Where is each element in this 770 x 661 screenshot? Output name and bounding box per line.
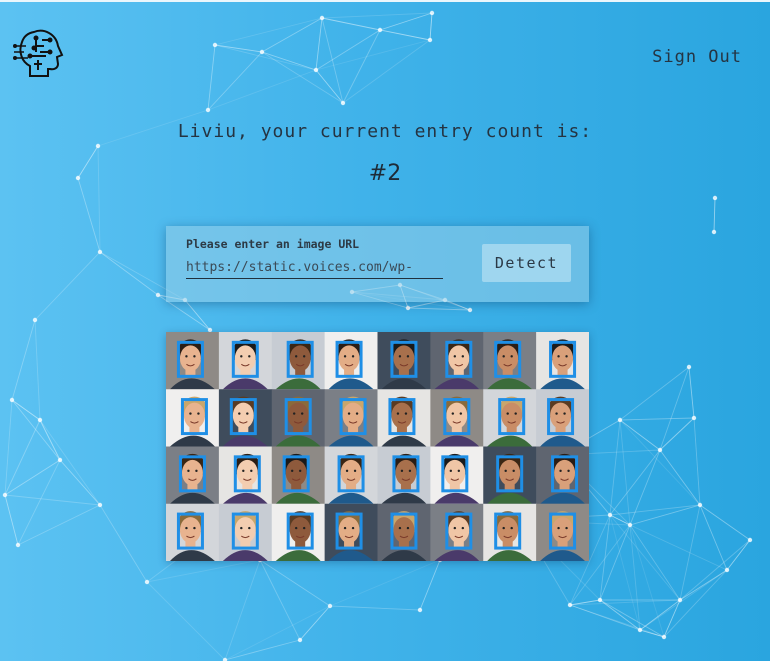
image-url-form: Please enter an image URL Detect <box>166 226 589 302</box>
image-url-label: Please enter an image URL <box>186 237 360 251</box>
face-detection-image <box>166 332 589 561</box>
brain-circuit-head-icon[interactable] <box>12 26 64 78</box>
image-url-input[interactable] <box>186 256 443 279</box>
entry-count-value: #2 <box>368 161 402 186</box>
particle-network-background <box>2 10 753 661</box>
sign-out-link[interactable]: Sign Out <box>652 47 742 67</box>
detect-button[interactable]: Detect <box>482 244 571 282</box>
entry-count-message: Liviu, your current entry count is: <box>177 121 593 142</box>
detected-image <box>166 332 589 561</box>
